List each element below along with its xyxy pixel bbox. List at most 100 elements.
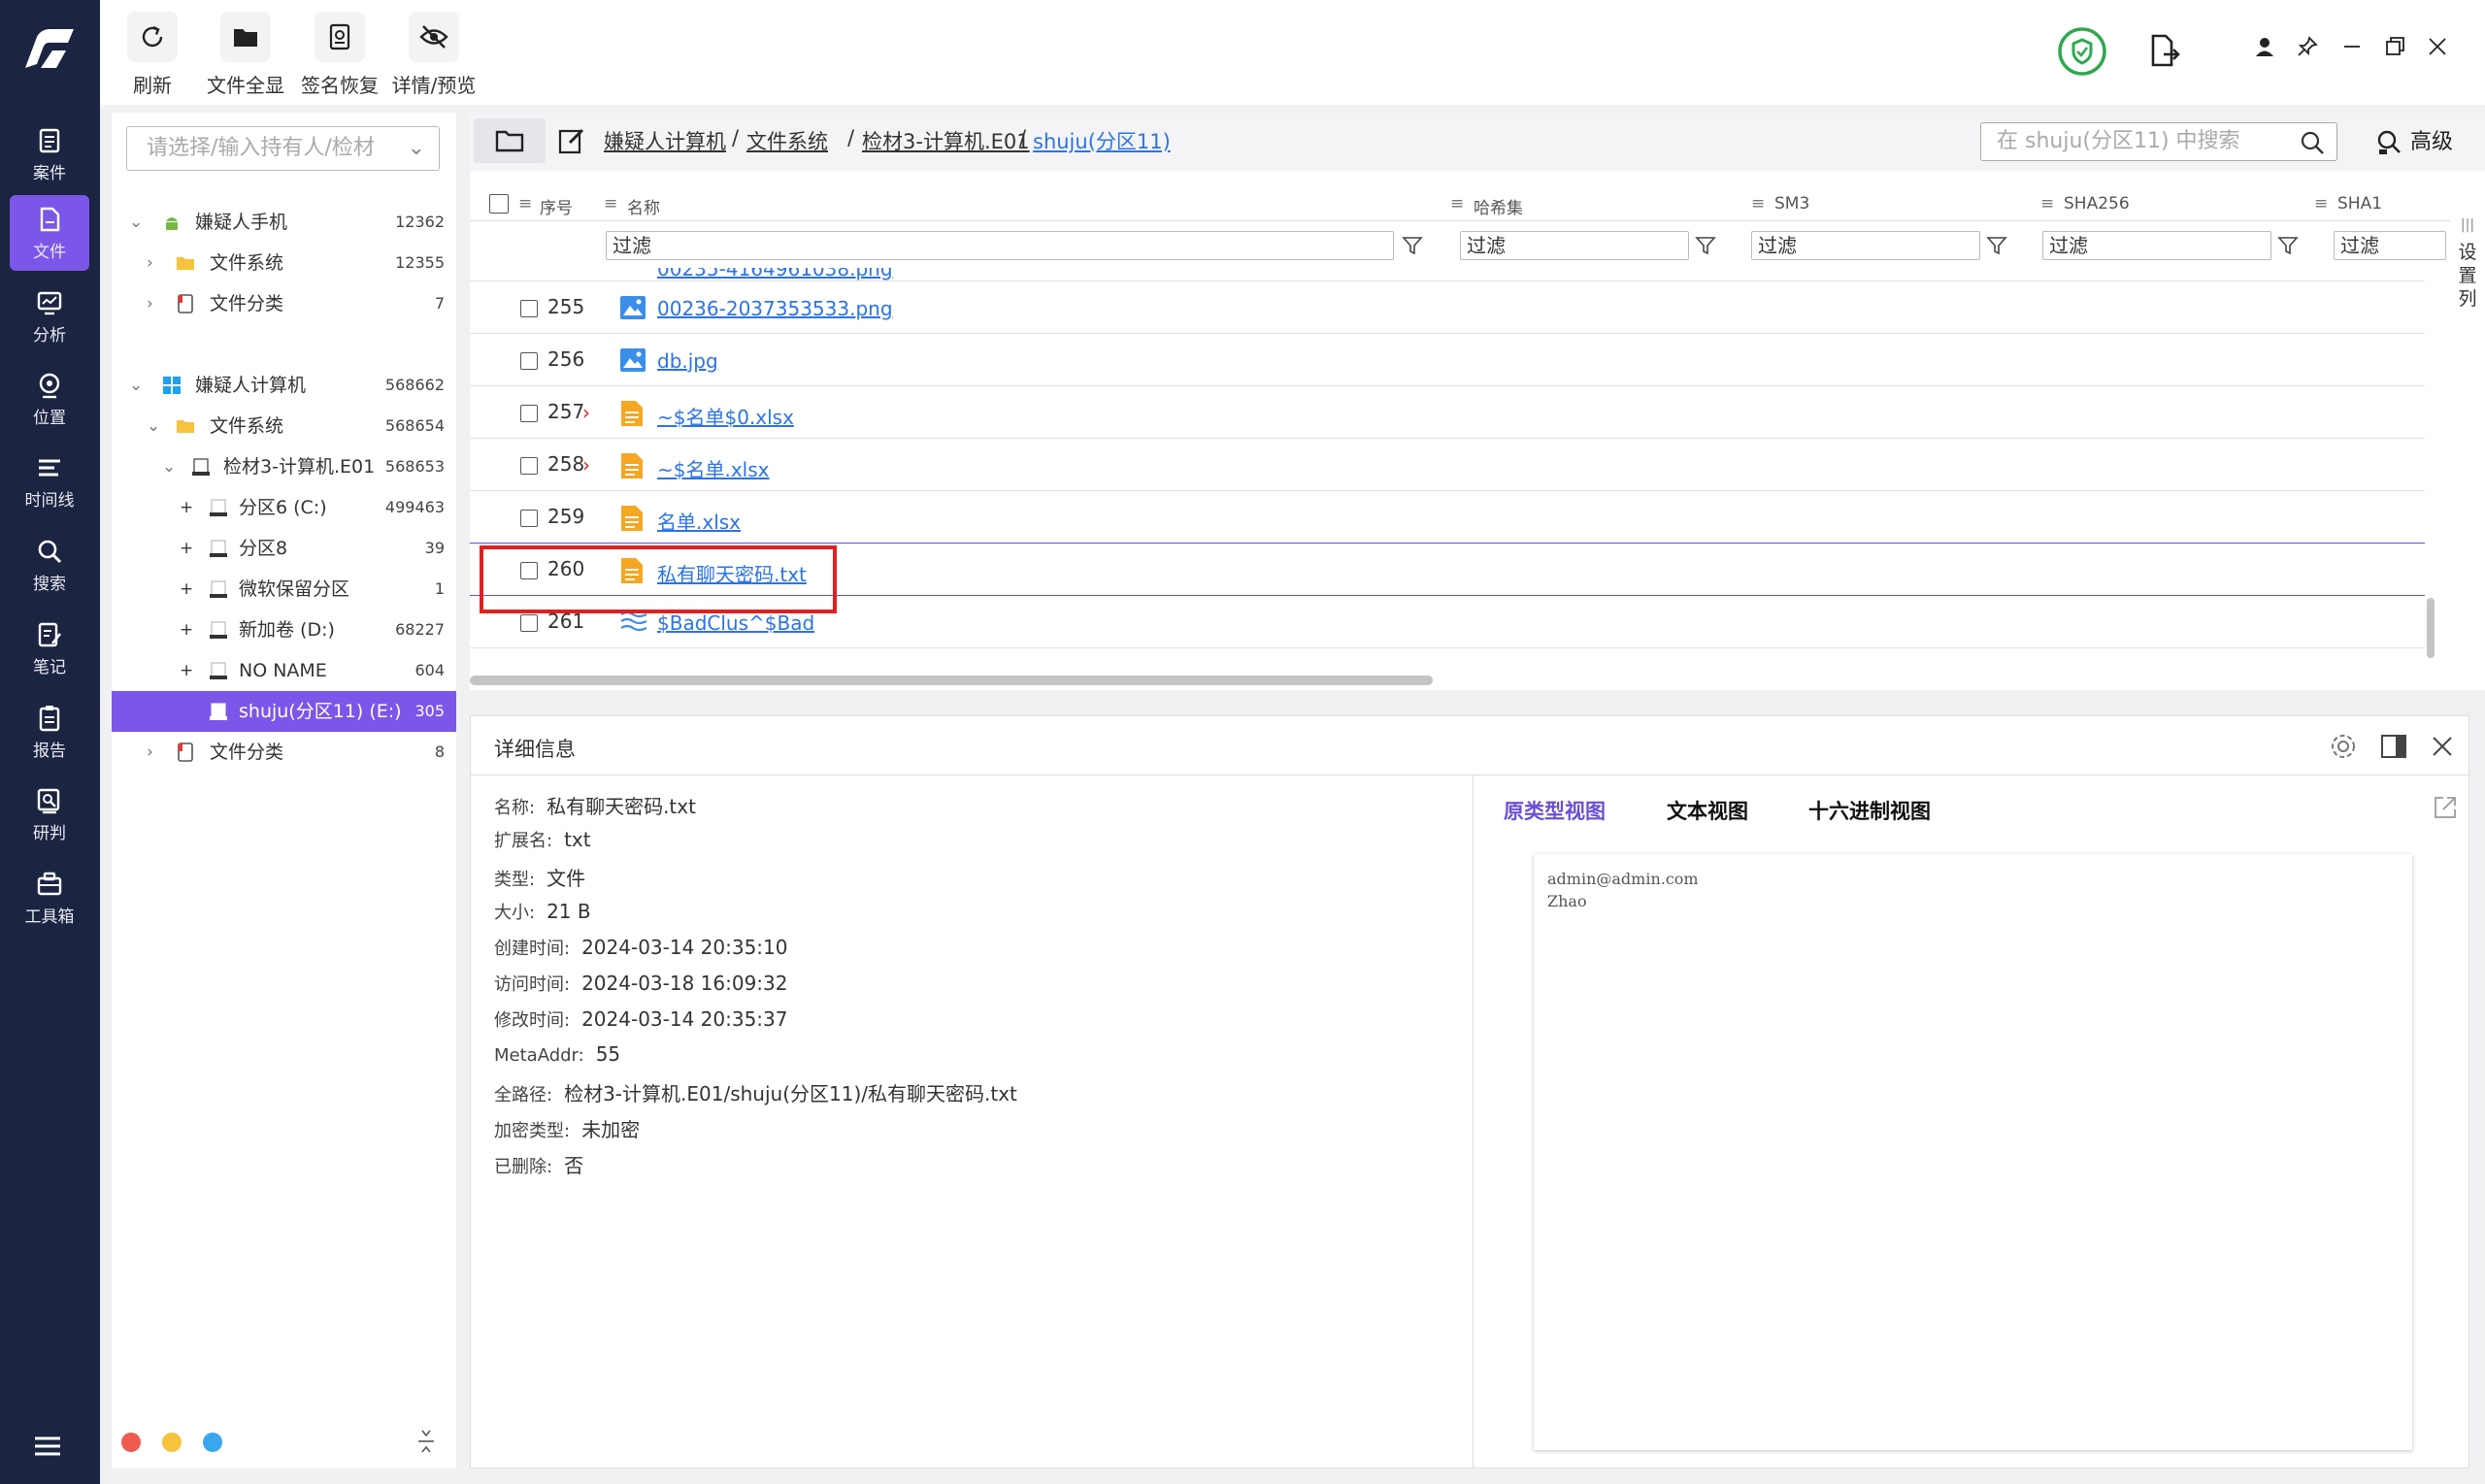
- row-checkbox[interactable]: [520, 352, 538, 370]
- row-checkbox[interactable]: [520, 457, 538, 475]
- row-checkbox[interactable]: [520, 510, 538, 527]
- filter-sha256-input[interactable]: 过滤: [2042, 231, 2271, 260]
- rail-file[interactable]: 文件: [10, 195, 89, 271]
- tree-node-partition-e[interactable]: shuju(分区11) (E:) 305: [112, 691, 456, 732]
- expand-plus-icon[interactable]: +: [180, 487, 193, 528]
- user-icon[interactable]: [2253, 35, 2276, 58]
- breadcrumb-image[interactable]: 检材3-计算机.E01: [862, 126, 1030, 155]
- breadcrumb-filesystem[interactable]: 文件系统: [746, 126, 828, 155]
- rail-search[interactable]: 搜索: [10, 527, 89, 603]
- tree-node-partition-c[interactable]: + 分区6 (C:) 499463: [112, 487, 456, 528]
- table-row-partial[interactable]: 00235-4164961038.png: [470, 268, 2425, 281]
- minimize-icon[interactable]: [2340, 35, 2364, 58]
- table-row[interactable]: 259 名单.xlsx: [470, 492, 2425, 544]
- chevron-down-icon[interactable]: ⌄: [129, 365, 143, 406]
- yellow-dot-icon[interactable]: [162, 1433, 182, 1452]
- expand-plus-icon[interactable]: +: [180, 528, 193, 569]
- file-name-link[interactable]: 00235-4164961038.png: [657, 268, 893, 280]
- table-row[interactable]: 255 00236-2037353533.png: [470, 282, 2425, 334]
- filter-funnel-icon[interactable]: [1695, 235, 1716, 256]
- holder-select[interactable]: 请选择/输入持有人/检材 ⌄: [126, 126, 440, 171]
- detail-preview-button[interactable]: 详情/预览: [387, 12, 480, 98]
- table-row[interactable]: 257 › ~$名单$0.xlsx: [470, 387, 2425, 439]
- tab-text-view[interactable]: 文本视图: [1667, 796, 1748, 825]
- rail-timeline[interactable]: 时间线: [10, 444, 89, 519]
- expand-plus-icon[interactable]: +: [180, 569, 193, 610]
- chevron-down-icon[interactable]: ⌄: [162, 446, 176, 487]
- column-header-index[interactable]: 序号: [540, 194, 573, 218]
- search-input[interactable]: 在 shuju(分区11) 中搜索: [1980, 122, 2337, 161]
- column-menu-icon[interactable]: ≡: [518, 194, 532, 214]
- chevron-right-icon[interactable]: ›: [147, 732, 153, 773]
- tree-node-phone-category[interactable]: › 文件分类 7: [112, 283, 456, 324]
- folder-view-button[interactable]: [474, 118, 546, 163]
- file-name-link[interactable]: $BadClus^$Bad: [657, 611, 814, 635]
- column-header-sha1[interactable]: SHA1: [2337, 194, 2382, 214]
- refresh-button[interactable]: 刷新: [125, 12, 180, 98]
- settings-gear-icon[interactable]: [2329, 732, 2358, 761]
- tab-hex-view[interactable]: 十六进制视图: [1808, 796, 1931, 825]
- row-checkbox[interactable]: [520, 405, 538, 422]
- close-window-icon[interactable]: [2426, 35, 2449, 58]
- filter-sha1-input[interactable]: 过滤: [2334, 231, 2446, 260]
- column-header-sha256[interactable]: SHA256: [2064, 194, 2130, 214]
- chevron-down-icon[interactable]: ⌄: [129, 202, 143, 243]
- tree-node-no-name[interactable]: + NO NAME 604: [112, 650, 456, 691]
- open-external-icon[interactable]: [2432, 794, 2459, 821]
- pin-icon[interactable]: [2296, 35, 2319, 58]
- chevron-right-icon[interactable]: ›: [147, 283, 153, 324]
- rail-location[interactable]: 位置: [10, 361, 89, 437]
- show-all-files-button[interactable]: 文件全显: [204, 12, 287, 98]
- tree-node-partition-8[interactable]: + 分区8 39: [112, 528, 456, 569]
- tree-node-phone-fs[interactable]: › 文件系统 12355: [112, 243, 456, 283]
- column-header-hashset[interactable]: 哈希集: [1474, 194, 1523, 218]
- edit-path-icon[interactable]: [557, 126, 586, 155]
- filter-funnel-icon[interactable]: [1986, 235, 2007, 256]
- shield-status-icon[interactable]: [2057, 26, 2107, 77]
- tree-node-phone[interactable]: ⌄ 嫌疑人手机 12362: [112, 202, 456, 243]
- column-menu-icon[interactable]: ≡: [1751, 194, 1765, 214]
- tab-native-view[interactable]: 原类型视图: [1504, 796, 1606, 825]
- split-layout-icon[interactable]: [2379, 732, 2408, 761]
- rail-toolbox[interactable]: 工具箱: [10, 860, 89, 936]
- vertical-scrollbar[interactable]: [2427, 598, 2435, 658]
- column-header-sm3[interactable]: SM3: [1774, 194, 1809, 214]
- breadcrumb-current[interactable]: shuju(分区11): [1033, 126, 1171, 155]
- filter-sm3-input[interactable]: 过滤: [1751, 231, 1980, 260]
- rail-analysis[interactable]: 分析: [10, 279, 89, 354]
- red-dot-icon[interactable]: [121, 1433, 141, 1452]
- signature-recover-button[interactable]: 签名恢复: [298, 12, 381, 98]
- rail-report[interactable]: 报告: [10, 694, 89, 770]
- search-icon[interactable]: [2300, 130, 2325, 155]
- tree-node-computer[interactable]: ⌄ 嫌疑人计算机 568662: [112, 365, 456, 406]
- rail-judge[interactable]: 研判: [10, 776, 89, 852]
- file-name-link[interactable]: ~$名单.xlsx: [657, 454, 770, 482]
- column-menu-icon[interactable]: ≡: [2314, 194, 2328, 214]
- filter-funnel-icon[interactable]: [1402, 235, 1423, 256]
- filter-hashset-input[interactable]: 过滤: [1460, 231, 1689, 260]
- column-menu-icon[interactable]: ≡: [604, 194, 617, 214]
- filter-name-input[interactable]: 过滤: [606, 231, 1394, 260]
- table-row[interactable]: 256 db.jpg: [470, 335, 2425, 386]
- rail-case[interactable]: 案件: [10, 116, 89, 192]
- breadcrumb-computer[interactable]: 嫌疑人计算机: [604, 126, 726, 155]
- column-menu-icon[interactable]: ≡: [2040, 194, 2054, 214]
- file-name-link[interactable]: db.jpg: [657, 349, 718, 373]
- expand-plus-icon[interactable]: +: [180, 650, 193, 691]
- hamburger-menu-icon[interactable]: [32, 1435, 63, 1458]
- filter-funnel-icon[interactable]: [2277, 235, 2299, 256]
- row-checkbox[interactable]: [520, 300, 538, 317]
- tree-node-computer-fs[interactable]: ⌄ 文件系统 568654: [112, 406, 456, 446]
- horizontal-scrollbar[interactable]: [470, 676, 1433, 685]
- tree-node-image[interactable]: ⌄ 检材3-计算机.E01 568653: [112, 446, 456, 487]
- row-checkbox[interactable]: [520, 614, 538, 632]
- column-settings-tab[interactable]: ||| 设置列: [2450, 186, 2485, 672]
- tree-node-computer-category[interactable]: › 文件分类 8: [112, 732, 456, 773]
- rail-note[interactable]: 笔记: [10, 610, 89, 686]
- chevron-right-icon[interactable]: ›: [147, 243, 153, 283]
- column-menu-icon[interactable]: ≡: [1450, 194, 1464, 214]
- export-icon[interactable]: [2148, 33, 2181, 68]
- chevron-down-icon[interactable]: ⌄: [147, 406, 160, 446]
- blue-dot-icon[interactable]: [203, 1433, 222, 1452]
- table-row[interactable]: 258 › ~$名单.xlsx: [470, 440, 2425, 491]
